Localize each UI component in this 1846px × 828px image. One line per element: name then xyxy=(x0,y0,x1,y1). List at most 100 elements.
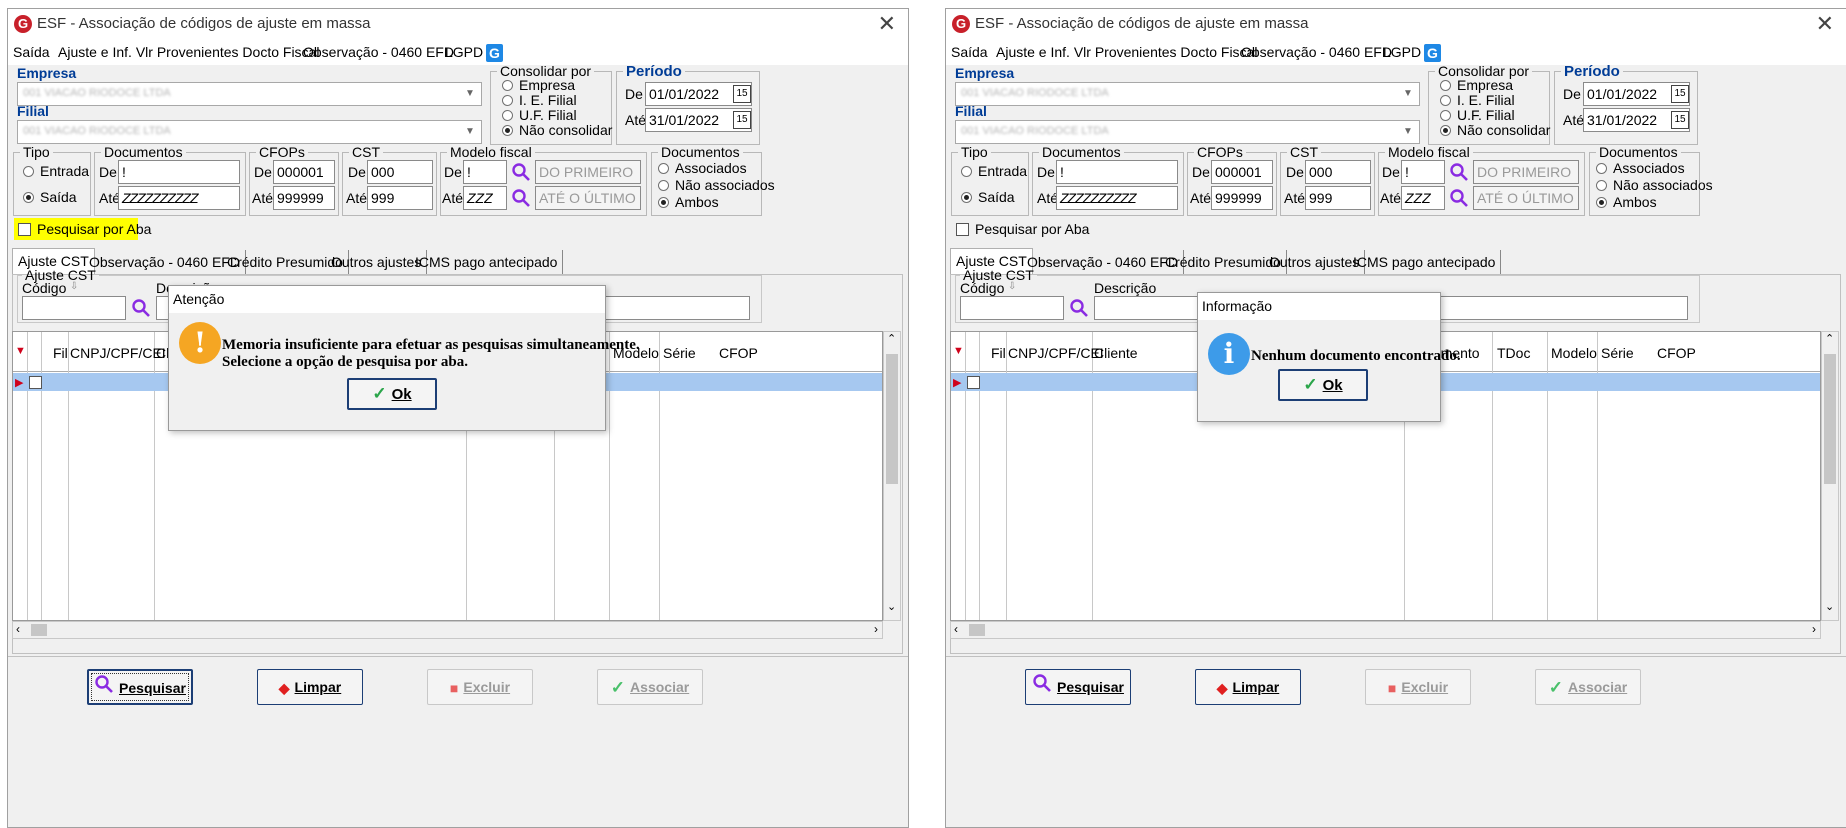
radio-entrada[interactable]: Entrada xyxy=(961,163,1027,179)
radio-nao-consolidar[interactable]: Não consolidar xyxy=(1440,122,1550,138)
col-cfop[interactable]: CFOP xyxy=(1657,345,1696,361)
col-fil[interactable]: Fil xyxy=(53,345,68,361)
radio-uf-filial[interactable]: U.F. Filial xyxy=(502,107,577,123)
scroll-left-icon[interactable]: ‹ xyxy=(954,622,958,636)
filial-select[interactable]: 001 VIACAO RIODOCE LTDA ▼ xyxy=(17,120,482,144)
scroll-up-icon[interactable]: ⌃ xyxy=(1825,332,1834,345)
col-cnpj[interactable]: CNPJ/CPF/CEI xyxy=(1008,345,1104,361)
horizontal-scrollbar[interactable]: ‹ › xyxy=(950,621,1821,639)
radio-empresa[interactable]: Empresa xyxy=(502,77,575,93)
scroll-down-icon[interactable]: ⌄ xyxy=(887,600,896,613)
modelo-ate-input[interactable]: ZZZ xyxy=(1401,186,1445,210)
limpar-button[interactable]: ◆ Limpar xyxy=(1195,669,1301,705)
col-serie[interactable]: Série xyxy=(663,345,696,361)
col-fil[interactable]: Fil xyxy=(991,345,1006,361)
close-icon[interactable]: ✕ xyxy=(878,11,896,37)
documentos-de-input[interactable]: ! xyxy=(118,160,240,184)
ok-button[interactable]: ✓ Ok xyxy=(1278,369,1368,401)
search-icon[interactable] xyxy=(1449,188,1469,208)
documentos-ate-input[interactable]: ZZZZZZZZZZ xyxy=(118,186,240,210)
cfops-de-input[interactable]: 000001 xyxy=(273,160,335,184)
row-checkbox[interactable] xyxy=(967,376,980,389)
chevron-down-icon[interactable]: ▼ xyxy=(461,85,479,103)
scroll-left-icon[interactable]: ‹ xyxy=(16,622,20,636)
empresa-select[interactable]: 001 VIACAO RIODOCE LTDA ▼ xyxy=(17,82,482,106)
cfops-ate-input[interactable]: 999999 xyxy=(273,186,335,210)
menu-lgpd[interactable]: LGPD xyxy=(445,44,483,60)
radio-saida[interactable]: Saída xyxy=(961,189,1015,205)
brand-logo-icon[interactable]: G xyxy=(486,44,503,62)
radio-entrada[interactable]: Entrada xyxy=(23,163,89,179)
radio-empresa[interactable]: Empresa xyxy=(1440,77,1513,93)
pesquisar-aba-checkbox[interactable] xyxy=(18,223,31,236)
menu-ajuste-inf[interactable]: Ajuste e Inf. Vlr Provenientes Docto Fis… xyxy=(996,44,1257,60)
associar-button[interactable]: ✓ Associar xyxy=(597,669,703,705)
cst-ate-input[interactable]: 999 xyxy=(367,186,433,210)
radio-ie-filial[interactable]: I. E. Filial xyxy=(1440,92,1515,108)
cst-de-input[interactable]: 000 xyxy=(1305,160,1371,184)
calendar-icon[interactable]: 15 xyxy=(733,111,751,129)
filter-arrow-icon[interactable]: ▼ xyxy=(15,345,26,357)
col-cliente[interactable]: Cliente xyxy=(1094,345,1138,361)
radio-nao-associados[interactable]: Não associados xyxy=(658,177,775,193)
cst-ate-input[interactable]: 999 xyxy=(1305,186,1371,210)
pesquisar-button[interactable]: Pesquisar xyxy=(1025,669,1131,705)
scroll-thumb[interactable] xyxy=(969,624,985,636)
radio-nao-consolidar[interactable]: Não consolidar xyxy=(502,122,612,138)
pesquisar-button[interactable]: Pesquisar xyxy=(87,669,193,705)
codigo-input[interactable] xyxy=(960,296,1064,320)
chevron-down-icon[interactable]: ▼ xyxy=(1399,85,1417,103)
cfops-ate-input[interactable]: 999999 xyxy=(1211,186,1273,210)
pesquisar-aba-checkbox[interactable] xyxy=(956,223,969,236)
chevron-down-icon[interactable]: ▼ xyxy=(461,123,479,141)
vertical-scrollbar[interactable]: ⌃ ⌄ xyxy=(1821,331,1839,621)
row-checkbox[interactable] xyxy=(29,376,42,389)
filter-arrow-icon[interactable]: ▼ xyxy=(953,345,964,357)
codigo-input[interactable] xyxy=(22,296,126,320)
radio-ambos[interactable]: Ambos xyxy=(658,194,719,210)
radio-uf-filial[interactable]: U.F. Filial xyxy=(1440,107,1515,123)
documentos-ate-input[interactable]: ZZZZZZZZZZ xyxy=(1056,186,1178,210)
menu-saida[interactable]: Saída xyxy=(13,44,50,60)
radio-ie-filial[interactable]: I. E. Filial xyxy=(502,92,577,108)
radio-saida[interactable]: Saída xyxy=(23,189,77,205)
radio-associados[interactable]: Associados xyxy=(658,160,747,176)
col-serie[interactable]: Série xyxy=(1601,345,1634,361)
col-modelo[interactable]: Modelo xyxy=(1551,345,1597,361)
cst-de-input[interactable]: 000 xyxy=(367,160,433,184)
associar-button[interactable]: ✓ Associar xyxy=(1535,669,1641,705)
limpar-button[interactable]: ◆ Limpar xyxy=(257,669,363,705)
chevron-down-icon[interactable]: ▼ xyxy=(1399,123,1417,141)
search-icon[interactable] xyxy=(1069,298,1089,318)
scroll-thumb[interactable] xyxy=(886,354,898,484)
menu-observacao[interactable]: Observação - 0460 EFD xyxy=(1241,44,1392,60)
menu-ajuste-inf[interactable]: Ajuste e Inf. Vlr Provenientes Docto Fis… xyxy=(58,44,319,60)
modelo-de-input[interactable]: ! xyxy=(463,160,507,184)
empresa-select[interactable]: 001 VIACAO RIODOCE LTDA ▼ xyxy=(955,82,1420,106)
scroll-down-icon[interactable]: ⌄ xyxy=(1825,600,1834,613)
menu-saida[interactable]: Saída xyxy=(951,44,988,60)
calendar-icon[interactable]: 15 xyxy=(1671,85,1689,103)
search-icon[interactable] xyxy=(131,298,151,318)
search-icon[interactable] xyxy=(1449,162,1469,182)
scroll-right-icon[interactable]: › xyxy=(874,622,878,636)
radio-associados[interactable]: Associados xyxy=(1596,160,1685,176)
vertical-scrollbar[interactable]: ⌃ ⌄ xyxy=(883,331,901,621)
radio-nao-associados[interactable]: Não associados xyxy=(1596,177,1713,193)
menu-observacao[interactable]: Observação - 0460 EFD xyxy=(303,44,454,60)
horizontal-scrollbar[interactable]: ‹ › xyxy=(12,621,883,639)
documentos-de-input[interactable]: ! xyxy=(1056,160,1178,184)
search-icon[interactable] xyxy=(511,162,531,182)
calendar-icon[interactable]: 15 xyxy=(733,85,751,103)
modelo-de-input[interactable]: ! xyxy=(1401,160,1445,184)
scroll-thumb[interactable] xyxy=(1824,354,1836,484)
ok-button[interactable]: ✓ Ok xyxy=(347,378,437,410)
radio-ambos[interactable]: Ambos xyxy=(1596,194,1657,210)
calendar-icon[interactable]: 15 xyxy=(1671,111,1689,129)
scroll-up-icon[interactable]: ⌃ xyxy=(887,332,896,345)
col-cfop[interactable]: CFOP xyxy=(719,345,758,361)
excluir-button[interactable]: ■ Excluir xyxy=(1365,669,1471,705)
cfops-de-input[interactable]: 000001 xyxy=(1211,160,1273,184)
scroll-thumb[interactable] xyxy=(31,624,47,636)
search-icon[interactable] xyxy=(511,188,531,208)
